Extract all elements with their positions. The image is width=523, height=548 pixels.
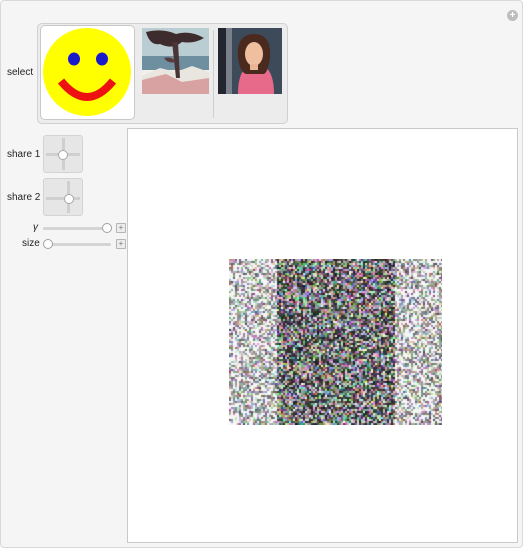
visual-cryptography-share-image bbox=[229, 259, 442, 425]
option-divider bbox=[213, 30, 214, 118]
gamma-slider-thumb[interactable] bbox=[102, 223, 112, 233]
size-expand-icon[interactable]: + bbox=[116, 239, 126, 249]
share1-label: share 1 bbox=[7, 149, 41, 160]
option-tree-photo[interactable] bbox=[142, 28, 209, 94]
size-slider-track[interactable] bbox=[43, 243, 111, 246]
gamma-slider-track[interactable] bbox=[43, 227, 111, 230]
gamma-expand-icon[interactable]: + bbox=[116, 223, 126, 233]
size-slider-thumb[interactable] bbox=[43, 239, 53, 249]
manipulate-panel: + select share 1 share 2 γ + size + bbox=[0, 0, 523, 548]
gamma-label: γ bbox=[33, 222, 38, 233]
output-area bbox=[127, 128, 518, 543]
option-smiley[interactable] bbox=[40, 25, 135, 120]
tree-photo-image bbox=[142, 28, 209, 94]
share1-locator-pad[interactable] bbox=[43, 135, 83, 173]
portrait-photo-image bbox=[218, 28, 282, 94]
image-selector bbox=[37, 23, 288, 124]
smiley-icon bbox=[43, 28, 131, 116]
share2-label: share 2 bbox=[7, 192, 41, 203]
share2-knob[interactable] bbox=[64, 194, 74, 204]
expand-options-icon[interactable]: + bbox=[507, 10, 518, 21]
option-portrait-photo[interactable] bbox=[218, 28, 282, 94]
share1-knob[interactable] bbox=[58, 150, 68, 160]
share2-locator-pad[interactable] bbox=[43, 178, 83, 216]
select-label: select bbox=[7, 67, 34, 78]
size-label: size bbox=[22, 238, 40, 249]
